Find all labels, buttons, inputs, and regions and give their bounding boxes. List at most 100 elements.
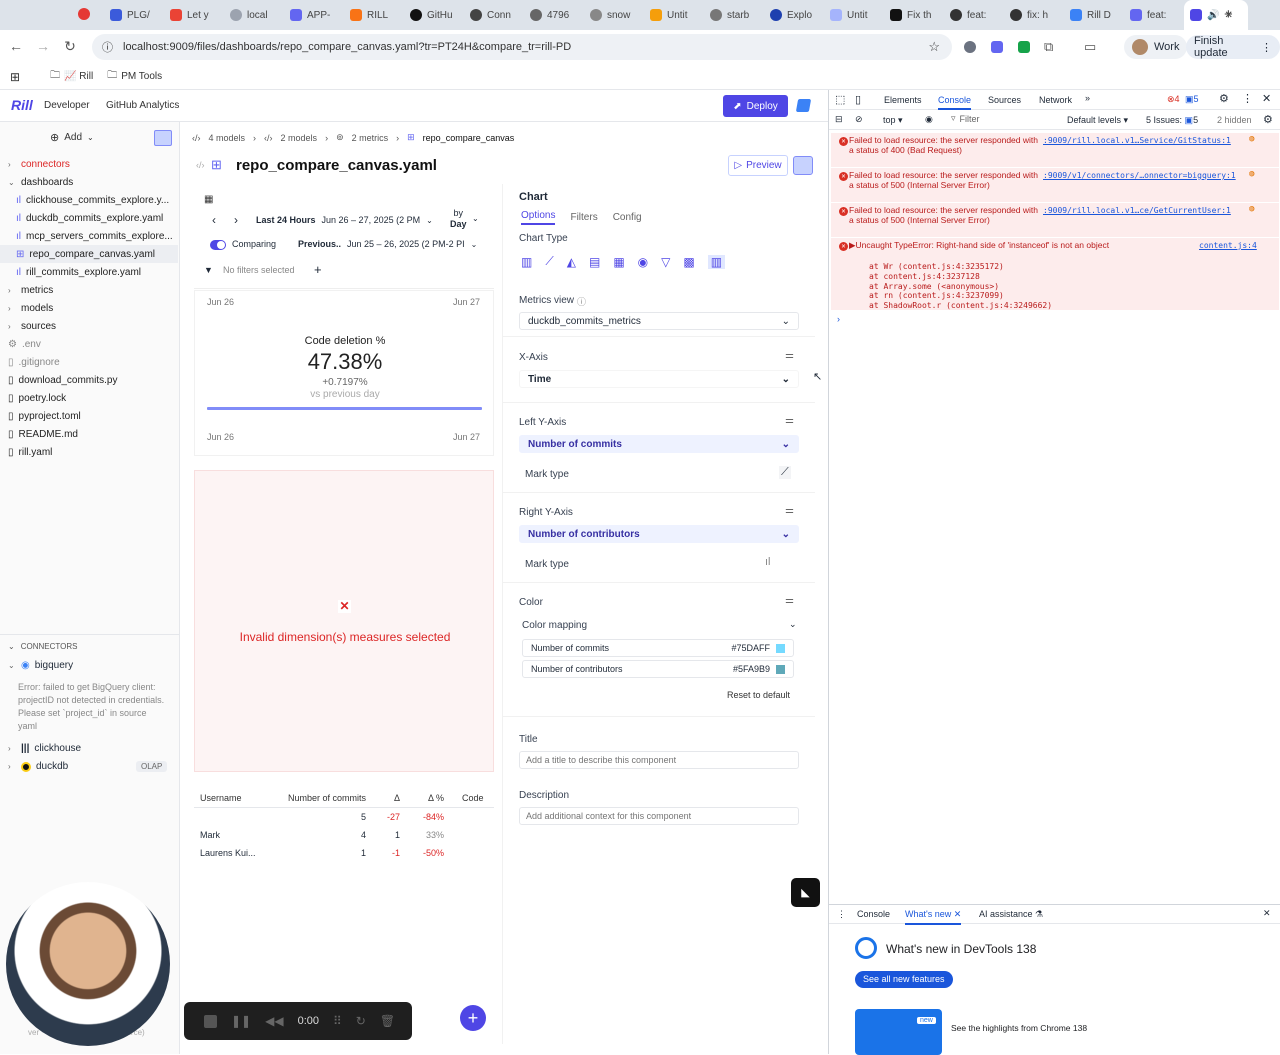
next-range-icon[interactable]: › — [234, 213, 238, 227]
grain-picker[interactable]: by Day — [450, 208, 467, 230]
browser-tab[interactable]: 4796 — [524, 0, 584, 30]
rill-logo[interactable]: Rill — [11, 97, 33, 113]
browser-tab[interactable]: Untit — [824, 0, 884, 30]
error-count-icon[interactable]: ⊗4 — [1167, 94, 1180, 105]
browser-tab[interactable]: Let y — [164, 0, 224, 30]
bookmark-star-icon[interactable]: ☆ — [928, 39, 940, 55]
tab-search-icon[interactable]: ▭ — [1084, 39, 1096, 55]
inspect-element-icon[interactable]: ⬚ — [835, 93, 845, 106]
pause-icon[interactable]: ❚❚ — [231, 1014, 251, 1028]
info-icon[interactable]: ⓘ — [577, 295, 586, 308]
tab-config[interactable]: Config — [613, 212, 642, 223]
table-row[interactable]: 5 -27 -84% — [194, 808, 494, 826]
tree-folder-sources[interactable]: › sources — [8, 317, 178, 335]
file-title[interactable]: repo_compare_canvas.yaml — [236, 157, 437, 174]
combo-chart-icon[interactable]: ▥ — [707, 254, 726, 269]
record-icon[interactable] — [78, 8, 90, 20]
ai-explain-icon[interactable]: ◍ — [1249, 134, 1254, 145]
site-info-icon[interactable]: ⓘ — [102, 39, 113, 55]
chevron-down-icon[interactable]: ⌄ — [789, 619, 797, 630]
url-field[interactable]: ⓘ localhost:9009/files/dashboards/repo_c… — [92, 34, 952, 60]
connector-clickhouse[interactable]: › ||| clickhouse — [8, 743, 81, 754]
drawer-tab-ai[interactable]: AI assistance ⚗ — [979, 909, 1043, 920]
right-y-axis-select[interactable]: Number of contributors ⌄ — [519, 525, 799, 543]
back-icon[interactable]: ← — [3, 38, 29, 54]
device-toolbar-icon[interactable]: ▯ — [855, 93, 861, 106]
browser-tab[interactable]: Conn — [464, 0, 524, 30]
stack-frame[interactable]: at content.js:4:3237128 — [869, 272, 1052, 282]
rewind-icon[interactable]: ◀◀ — [265, 1014, 283, 1028]
tree-file[interactable]: ıl mcp_servers_commits_explore... — [8, 227, 178, 245]
calendar-icon[interactable]: ▦ — [204, 194, 213, 205]
funnel-chart-icon[interactable]: ▽ — [661, 255, 670, 269]
tree-file-active[interactable]: ⊞ repo_compare_canvas.yaml — [0, 245, 178, 263]
collapse-sidebar-icon[interactable] — [154, 130, 172, 146]
issues-button[interactable]: 5 Issues: ▣5 — [1146, 115, 1198, 126]
prev-range-icon[interactable]: ‹ — [212, 213, 216, 227]
color-swatch[interactable] — [776, 664, 785, 674]
toggle-inspector-icon[interactable] — [793, 156, 813, 175]
extension-icon[interactable] — [1018, 41, 1030, 53]
console-filter-input[interactable]: ▿ Filter — [951, 113, 1051, 124]
browser-tab[interactable]: local — [224, 0, 284, 30]
apps-grid-icon[interactable]: ⊞ — [10, 70, 20, 84]
extension-icon[interactable] — [991, 41, 1003, 53]
breadcrumb-metrics[interactable]: 2 metrics — [352, 133, 389, 143]
browser-tab[interactable]: feat: — [1124, 0, 1184, 30]
breadcrumb-developer[interactable]: Developer — [44, 100, 90, 111]
bookmark-pm-tools[interactable]: PM Tools — [121, 71, 162, 82]
tree-folder-connectors[interactable]: › connectors — [8, 155, 178, 173]
finish-update-button[interactable]: Finish update ⋮ — [1186, 35, 1280, 59]
browser-tab[interactable]: Explo — [764, 0, 824, 30]
table-row[interactable]: Mark 4 1 33% — [194, 826, 494, 844]
puzzle-icon[interactable]: ⧉ — [1044, 39, 1053, 55]
breadcrumb-models[interactable]: 4 models — [209, 133, 246, 143]
devtools-tab-sources[interactable]: Sources — [988, 95, 1021, 105]
profile-button[interactable]: Work — [1124, 35, 1188, 59]
console-error[interactable]: ✕ Failed to load resource: the server re… — [831, 168, 1279, 202]
drawer-tab-console[interactable]: Console — [857, 909, 890, 919]
browser-tab[interactable]: APP- — [284, 0, 344, 30]
highlights-link[interactable]: See the highlights from Chrome 138 — [951, 1023, 1087, 1033]
tree-file[interactable]: ▯ download_commits.py — [8, 371, 178, 389]
stop-icon[interactable] — [204, 1014, 217, 1028]
reload-icon[interactable]: ↻ — [57, 38, 83, 55]
bookmark-rill[interactable]: 📈 Rill — [64, 71, 93, 82]
devtools-tab-network[interactable]: Network — [1039, 95, 1072, 105]
rill-cloud-icon[interactable] — [795, 99, 812, 112]
drawer-tab-whats-new[interactable]: What's new ✕ — [905, 909, 962, 925]
stack-frame[interactable]: at rn (content.js:4:3237099) — [869, 291, 1052, 301]
tree-file[interactable]: ⚙ .env — [8, 335, 178, 353]
add-component-button[interactable]: + — [460, 1005, 486, 1031]
console-error[interactable]: ✕ Failed to load resource: the server re… — [831, 133, 1279, 167]
tree-file[interactable]: ▯ README.md — [8, 425, 178, 443]
column-header[interactable]: Δ — [374, 793, 404, 803]
color-swatch[interactable] — [776, 643, 785, 653]
tree-folder-metrics[interactable]: › metrics — [8, 281, 178, 299]
close-drawer-icon[interactable]: ✕ — [1263, 908, 1271, 919]
tab-options[interactable]: Options — [521, 210, 556, 225]
browser-tab[interactable]: starb — [704, 0, 764, 30]
heatmap-icon[interactable]: ▩ — [683, 255, 694, 269]
description-input[interactable] — [519, 807, 799, 825]
reset-colors-button[interactable]: Reset to default — [727, 690, 790, 700]
browser-tab[interactable]: Rill D — [1064, 0, 1124, 30]
ai-explain-icon[interactable]: ◍ — [1249, 204, 1254, 215]
browser-tab[interactable]: fix: h — [1004, 0, 1064, 30]
ai-explain-icon[interactable]: ◍ — [1249, 169, 1254, 180]
sliders-icon[interactable]: ⚌ — [785, 350, 794, 361]
menu-dots-icon[interactable]: ⋮ — [1242, 92, 1253, 105]
stack-frame[interactable]: at ShadowRoot.r (content.js:4:3249662) — [869, 301, 1052, 311]
trash-icon[interactable]: 🗑 — [380, 1014, 395, 1028]
sliders-icon[interactable]: ⚌ — [785, 415, 794, 426]
tree-file[interactable]: ▯ rill.yaml — [8, 443, 178, 461]
tree-file[interactable]: ▯ pyproject.toml — [8, 407, 178, 425]
forward-icon[interactable]: → — [30, 38, 56, 54]
close-tab-icon[interactable]: ✕ — [954, 909, 962, 919]
tree-file[interactable]: ▯ .gitignore — [8, 353, 178, 371]
clear-console-icon[interactable]: ⊘ — [855, 114, 863, 125]
browser-tab[interactable]: PLG/ — [104, 0, 164, 30]
color-row[interactable]: Number of contributors #5FA9B9 — [522, 660, 794, 678]
error-source-link[interactable]: :9009/v1/connectors/…onnector=bigquery:1 — [1043, 171, 1243, 181]
tree-folder-models[interactable]: › models — [8, 299, 178, 317]
